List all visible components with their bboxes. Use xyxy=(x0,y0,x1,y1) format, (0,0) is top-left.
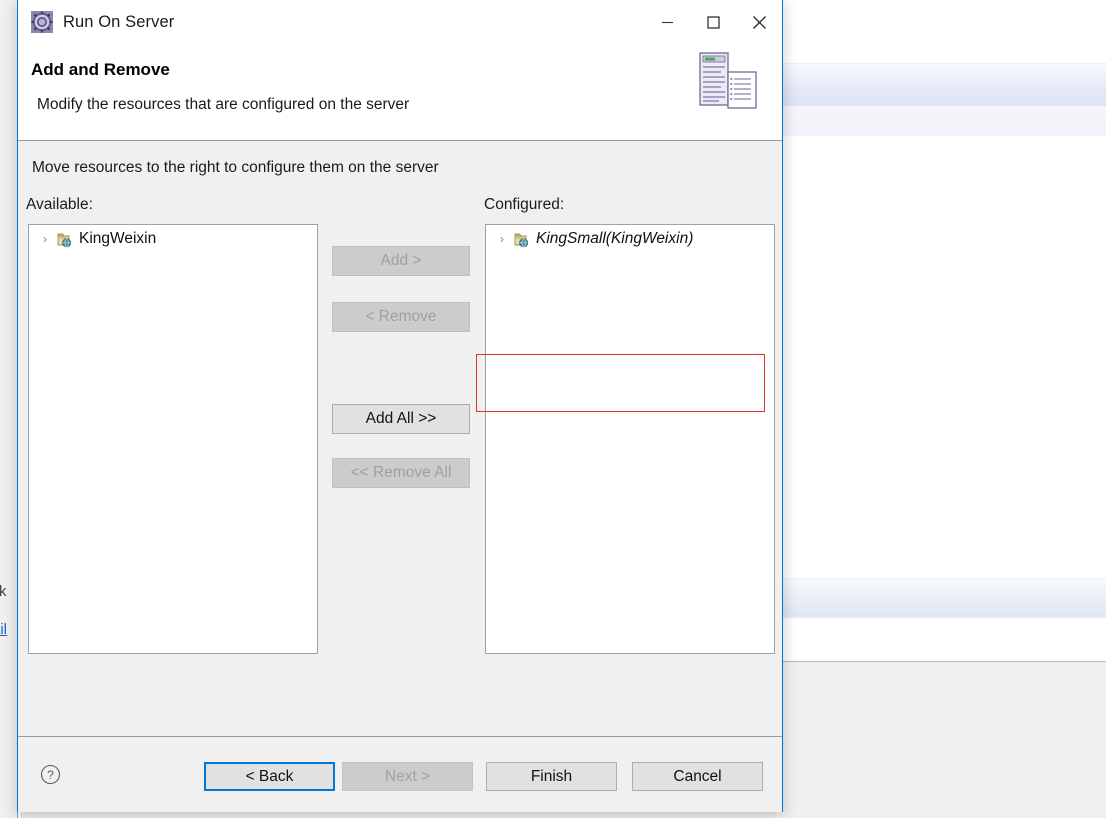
maximize-icon[interactable] xyxy=(690,0,736,44)
back-button[interactable]: < Back xyxy=(204,762,335,791)
tree-item-label: KingWeixin xyxy=(79,230,157,247)
configured-resources-tree[interactable]: › KingSmall(KingWeixin) xyxy=(485,224,775,654)
available-resources-tree[interactable]: › KingWeixin xyxy=(28,224,318,654)
background-clipped-text: rk xyxy=(0,583,7,600)
help-circle-icon[interactable]: ? xyxy=(40,764,61,785)
remove-button[interactable]: < Remove xyxy=(332,302,470,332)
dialog-title: Run On Server xyxy=(63,12,175,31)
add-button[interactable]: Add > xyxy=(332,246,470,276)
available-label: Available: xyxy=(26,196,93,213)
dialog-body: Move resources to the right to configure… xyxy=(18,141,782,736)
instruction-text: Move resources to the right to configure… xyxy=(32,159,439,176)
dialog-header: Add and Remove Modify the resources that… xyxy=(18,44,782,141)
cancel-button[interactable]: Cancel xyxy=(632,762,763,791)
remove-all-button[interactable]: << Remove All xyxy=(332,458,470,488)
configured-label: Configured: xyxy=(484,196,565,213)
gear-icon xyxy=(31,11,53,33)
page-title: Add and Remove xyxy=(31,60,170,79)
background-clipped-link[interactable]: ail xyxy=(0,621,16,638)
tree-item-label: KingSmall(KingWeixin) xyxy=(536,230,694,247)
background-left-strip xyxy=(0,0,17,818)
dialog-titlebar[interactable]: Run On Server xyxy=(18,0,782,44)
dialog-footer: ? < Back Next > Finish Cancel xyxy=(18,736,782,812)
finish-button[interactable]: Finish xyxy=(486,762,617,791)
next-button[interactable]: Next > xyxy=(342,762,473,791)
chevron-right-icon[interactable]: › xyxy=(495,233,509,245)
tree-item[interactable]: › KingWeixin xyxy=(29,225,317,253)
minimize-icon[interactable] xyxy=(644,0,690,44)
transfer-button-group: Add > < Remove Add All >> << Remove All xyxy=(332,246,470,488)
tree-item[interactable]: › KingSmall(KingWeixin) xyxy=(486,225,774,253)
page-subtitle: Modify the resources that are configured… xyxy=(37,96,410,113)
server-and-document-icon xyxy=(691,50,765,112)
project-module-icon xyxy=(55,231,72,248)
window-controls xyxy=(644,0,782,44)
svg-text:?: ? xyxy=(47,768,54,782)
add-all-button[interactable]: Add All >> xyxy=(332,404,470,434)
run-on-server-dialog: Run On Server Add and Remove Modify the … xyxy=(17,0,783,812)
project-module-icon xyxy=(512,231,529,248)
chevron-right-icon[interactable]: › xyxy=(38,233,52,245)
close-icon[interactable] xyxy=(736,0,782,44)
